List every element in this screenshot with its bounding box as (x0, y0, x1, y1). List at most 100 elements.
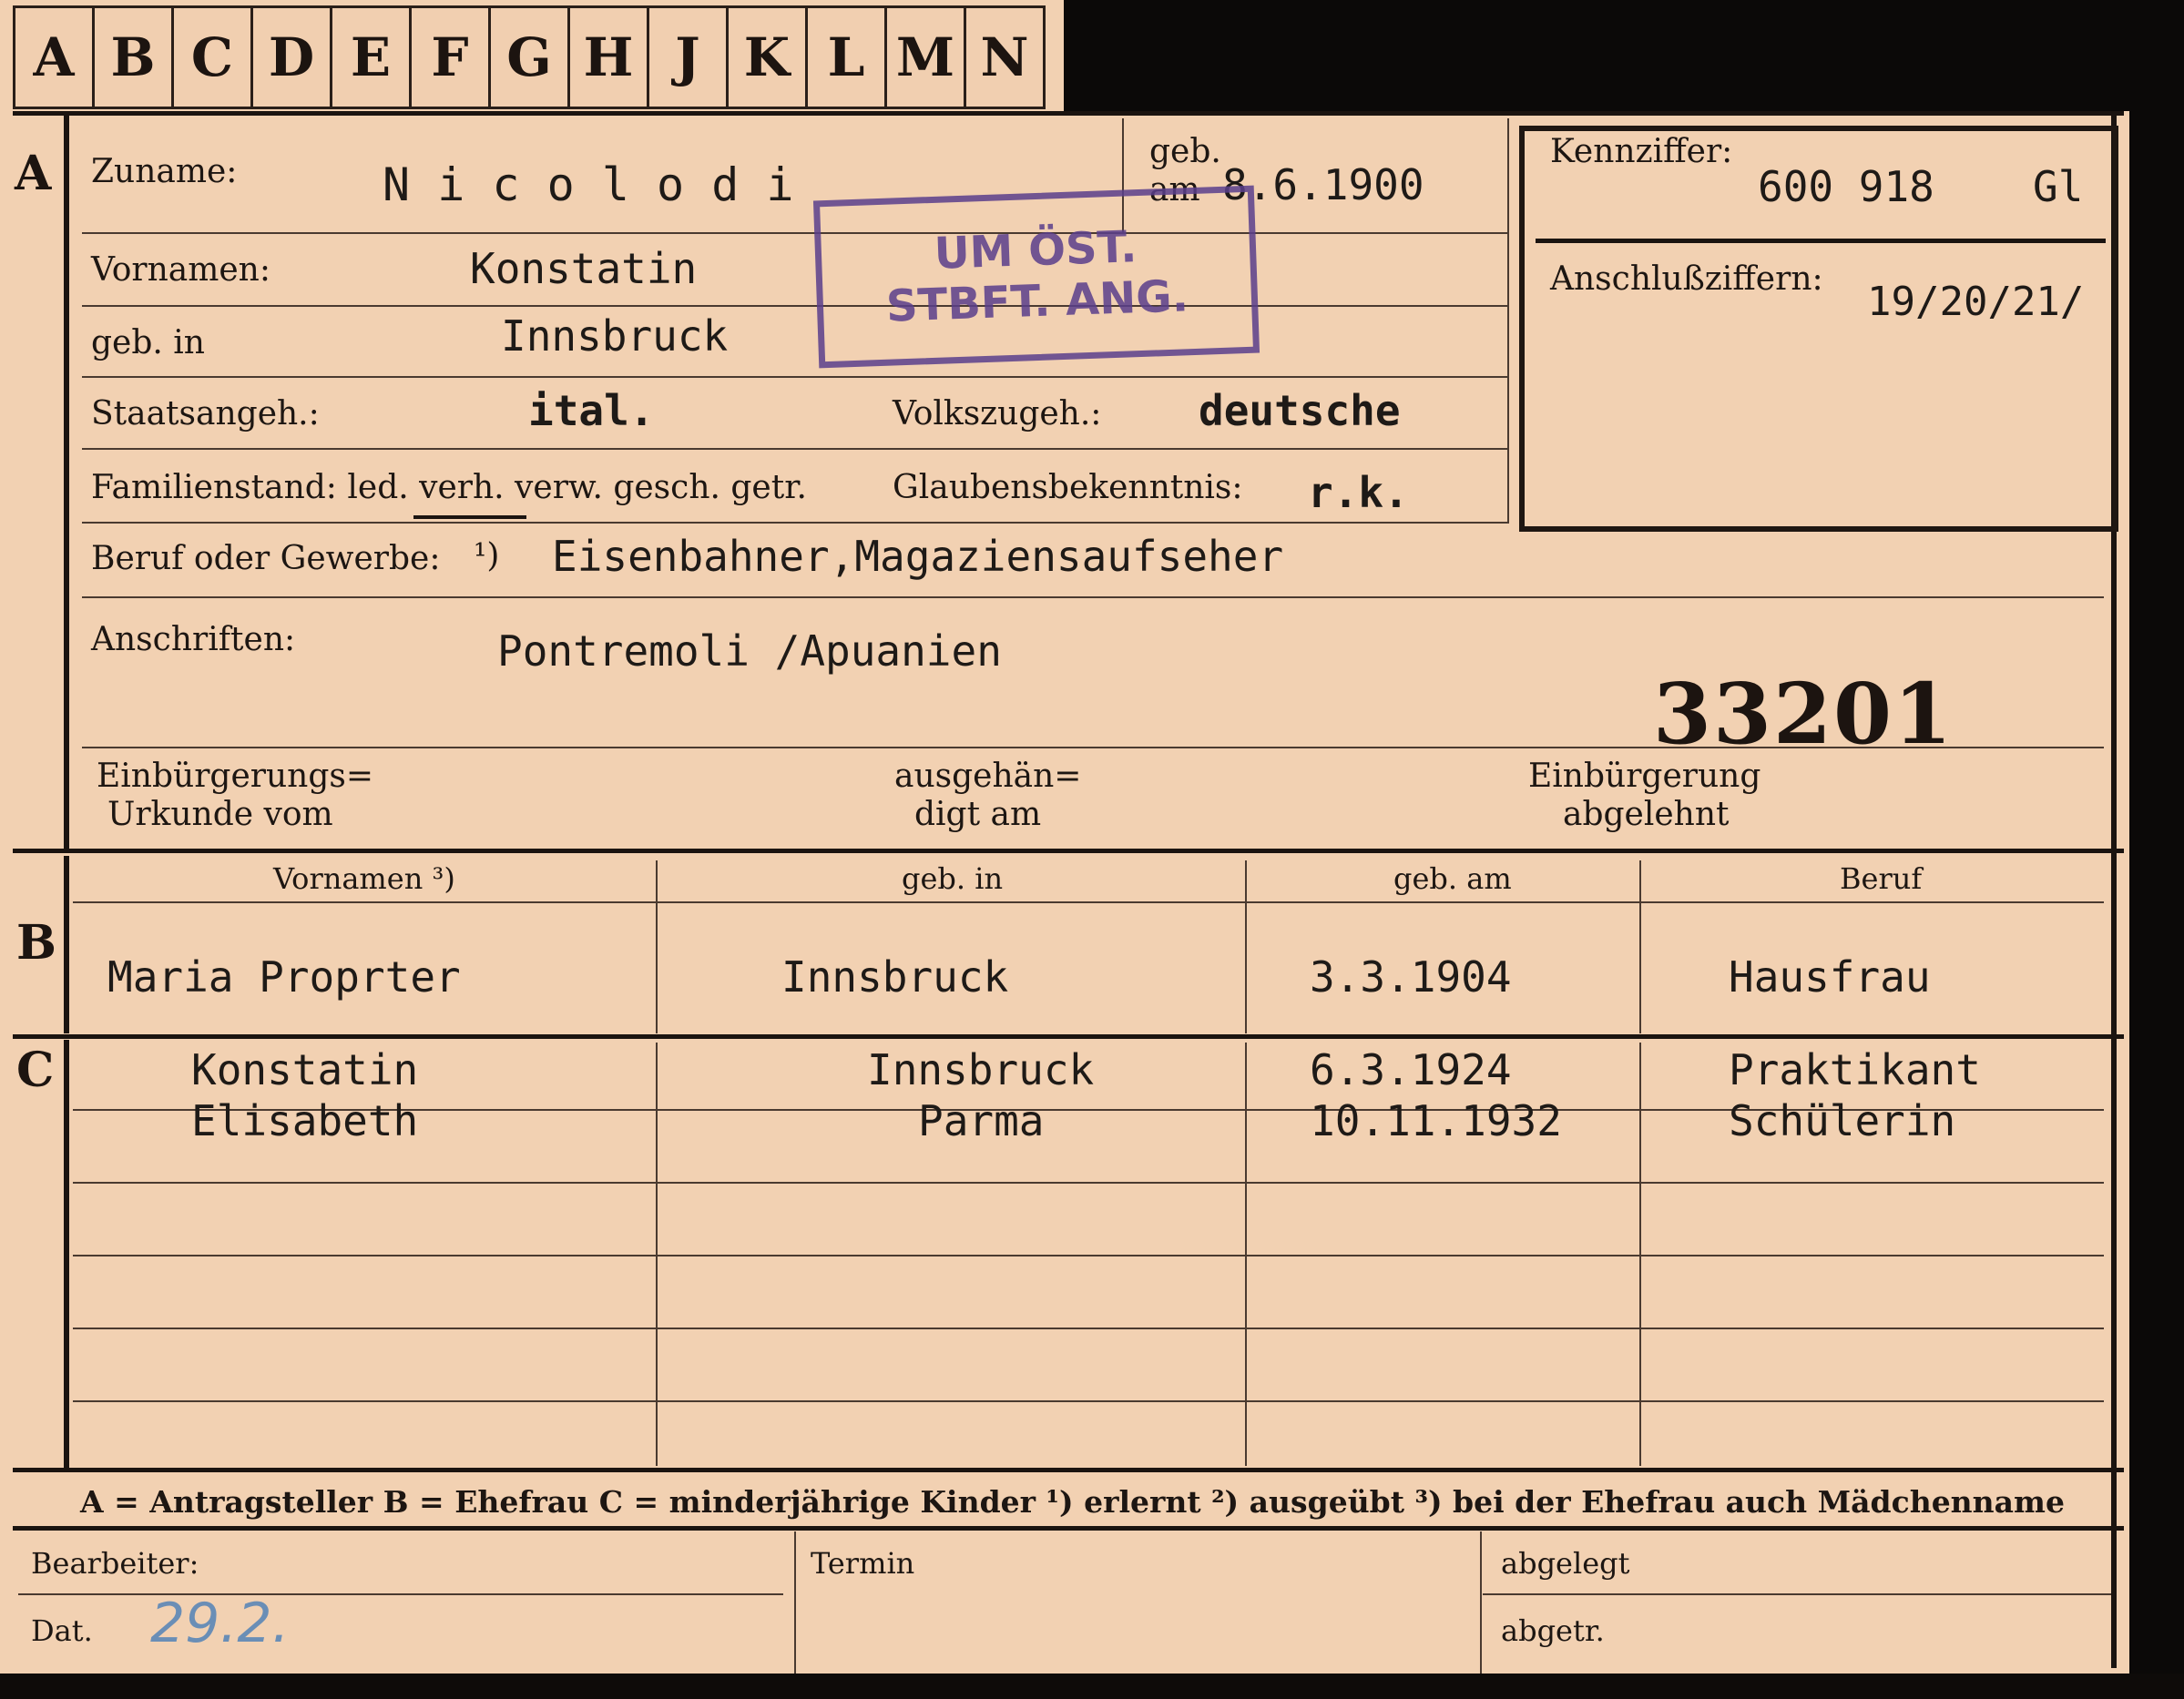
table-row-line (73, 1255, 2104, 1256)
child-2-birthplace: Parma (918, 1096, 1045, 1145)
family-status-marked (413, 515, 526, 519)
index-tab: M (887, 5, 966, 109)
footer-divider (1480, 1531, 1482, 1674)
surname-value: N i c o l o d i (383, 158, 794, 211)
index-tab: C (174, 5, 253, 109)
address-value: Pontremoli /Apuanien (497, 626, 1002, 676)
deadline-label: Termin (811, 1546, 915, 1581)
naturalization-label-2: Urkunde vom (107, 796, 333, 833)
background-bottom-edge (0, 1674, 2184, 1699)
section-letter-c: C (16, 1043, 55, 1098)
spouse-birthdate: 3.3.1904 (1310, 952, 1512, 1002)
birthplace-label: geb. in (91, 324, 205, 361)
row-line (82, 522, 1507, 524)
table-row-line (73, 1182, 2104, 1184)
firstnames-value: Konstatin (470, 244, 698, 293)
table-row-line (73, 1328, 2104, 1329)
row-line (82, 305, 1507, 307)
footer-divider (794, 1531, 796, 1674)
index-tab: L (808, 5, 887, 109)
citizenship-value: ital. (528, 386, 655, 435)
section-letter-b: B (16, 915, 56, 971)
refused-label-1: Einbürgerung (1528, 758, 1761, 795)
section-divider (13, 1468, 2124, 1472)
id-box-divider (1507, 118, 1509, 524)
row-line (82, 596, 2104, 598)
id-label: Kennziffer: (1550, 133, 1733, 170)
index-tab: A (13, 5, 95, 109)
refused-label-2: abgelehnt (1563, 796, 1730, 833)
spouse-name: Maria Proprter (107, 952, 461, 1002)
table-col-divider (656, 860, 658, 1033)
handed-label-1: ausgehän= (894, 758, 1082, 795)
child-2-name: Elisabeth (191, 1096, 419, 1145)
profession-label: Beruf oder Gewerbe: (91, 540, 441, 577)
religion-value: r.k. (1308, 468, 1409, 517)
id-box-divider-line (1536, 239, 2106, 243)
case-number: 33201 (1653, 665, 1954, 763)
citizenship-label: Staatsangeh.: (91, 395, 320, 432)
background-corner (1064, 0, 2184, 111)
editor-label: Bearbeiter: (31, 1546, 199, 1581)
table-header-profession: Beruf (1840, 861, 1923, 896)
legend: A = Antragsteller B = Ehefrau C = minder… (80, 1484, 2065, 1520)
table-header-birthdate: geb. am (1393, 861, 1512, 896)
firstnames-label: Vornamen: (91, 251, 270, 289)
index-tab: G (491, 5, 570, 109)
status-stamp: UM ÖST. STBFT. ANG. (812, 185, 1260, 369)
linked-label: Anschlußziffern: (1550, 260, 1823, 298)
date-label: Dat. (31, 1613, 93, 1648)
child-1-profession: Praktikant (1729, 1045, 1981, 1094)
section-c-spine (64, 1040, 69, 1468)
profession-value: Eisenbahner,Magaziensaufseher (552, 532, 1284, 581)
filed-label: abgelegt (1501, 1546, 1630, 1581)
date-value: 29.2. (150, 1592, 290, 1655)
section-a-spine (64, 111, 69, 849)
index-tab: J (649, 5, 729, 109)
index-tab: H (570, 5, 649, 109)
section-letter-a: A (15, 146, 52, 201)
index-tabs: A B C D E F G H J K L M N (13, 5, 1046, 109)
footer-line (18, 1593, 783, 1595)
row-line (82, 232, 1507, 234)
ethnicity-value: deutsche (1199, 386, 1401, 435)
child-2-birthdate: 10.11.1932 (1310, 1096, 1562, 1145)
born-on-label-1: geb. (1149, 133, 1221, 170)
section-divider (13, 849, 2124, 853)
child-2-profession: Schülerin (1729, 1096, 1956, 1145)
surname-label: Zuname: (91, 153, 238, 190)
index-tab: N (966, 5, 1046, 109)
child-1-name: Konstatin (191, 1045, 419, 1094)
section-b-spine (64, 856, 69, 1033)
religion-label: Glaubensbekenntnis: (893, 469, 1243, 506)
footer-line (1483, 1593, 2111, 1595)
row-line (82, 376, 1507, 378)
table-header-birthplace: geb. in (902, 861, 1004, 896)
index-tab: D (253, 5, 332, 109)
child-1-birthdate: 6.3.1924 (1310, 1045, 1512, 1094)
table-header-firstnames: Vornamen ³) (273, 861, 455, 896)
birthplace-value: Innsbruck (501, 311, 729, 361)
ethnicity-label: Volkszugeh.: (893, 395, 1102, 432)
top-border (13, 111, 2124, 116)
index-tab: B (95, 5, 174, 109)
naturalization-label-1: Einbürgerungs= (97, 758, 374, 795)
table-row-line (73, 1400, 2104, 1402)
address-label: Anschriften: (91, 621, 296, 658)
handed-label-2: digt am (914, 796, 1042, 833)
index-tab: F (412, 5, 491, 109)
table-col-divider (1639, 860, 1641, 1033)
background-right-edge (2129, 0, 2184, 1699)
id-suffix: Gl (2033, 162, 2084, 211)
section-divider (13, 1034, 2124, 1039)
row-line (82, 448, 1507, 450)
family-status-label: Familienstand: led. verh. verw. gesch. g… (91, 469, 807, 506)
section-divider (13, 1526, 2124, 1531)
id-value: 600 918 (1758, 162, 1934, 211)
profession-footnote-mark: ¹) (474, 537, 500, 575)
linked-value: 19/20/21/ (1867, 279, 2085, 325)
spouse-birthplace: Innsbruck (781, 952, 1009, 1002)
sent-label: abgetr. (1501, 1613, 1605, 1648)
index-tab: K (729, 5, 808, 109)
table-header-line (73, 901, 2104, 903)
